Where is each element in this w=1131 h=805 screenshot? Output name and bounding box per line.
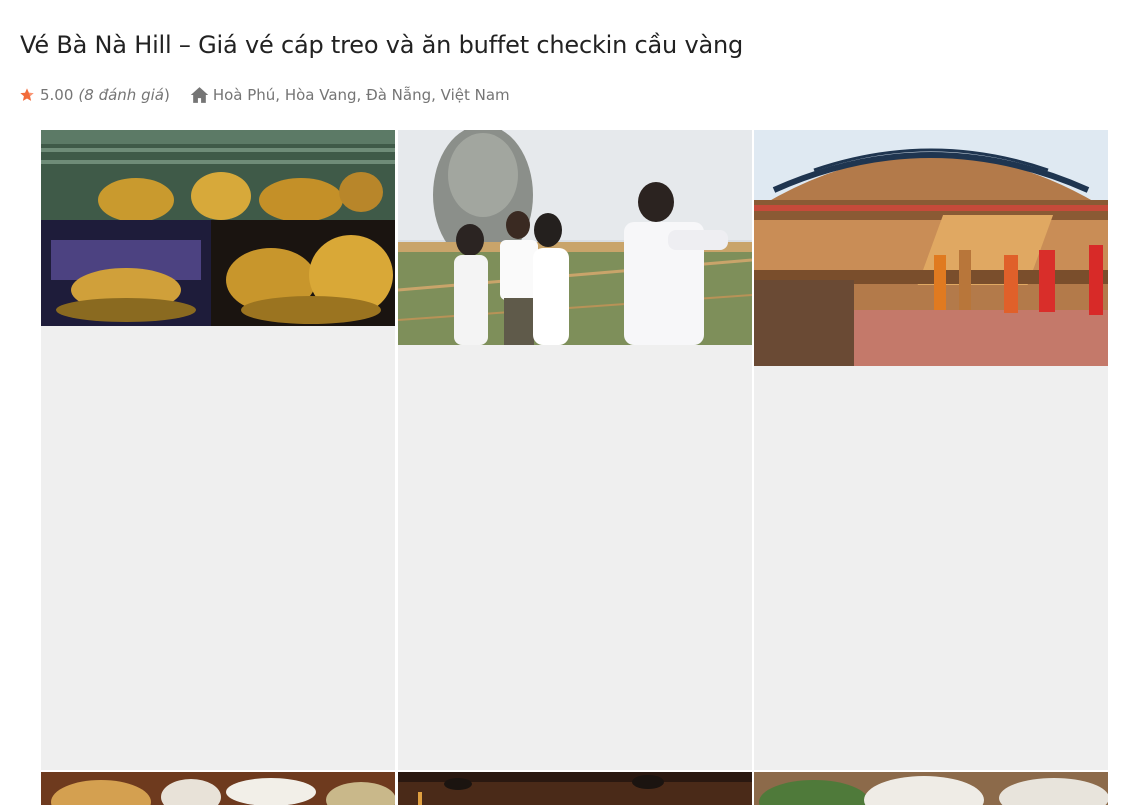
tour-meta: 5.00 (8 đánh giá) Hoà Phú, Hòa Vang, Đà … <box>19 84 510 106</box>
photo-gallery <box>41 130 1109 805</box>
gallery-column <box>41 130 395 770</box>
gallery-photo-stage-show[interactable] <box>754 130 1108 366</box>
rating-count[interactable]: (8 đánh giá <box>78 86 164 104</box>
rating-value: 5.00 <box>40 86 74 104</box>
home-icon <box>190 86 209 104</box>
gallery-column <box>398 130 752 770</box>
gallery-photo-buffet-dishes[interactable] <box>754 772 1108 805</box>
gallery-photo-buffet-food[interactable] <box>41 772 395 805</box>
page-title: Vé Bà Nà Hill – Giá vé cáp treo và ăn bu… <box>20 31 744 59</box>
gallery-column <box>754 130 1108 770</box>
rating-count-close: ) <box>163 86 170 104</box>
gallery-photo-golden-bridge[interactable] <box>398 130 752 345</box>
star-icon <box>19 87 35 103</box>
location-text: Hoà Phú, Hòa Vang, Đà Nẵng, Việt Nam <box>212 86 510 104</box>
gallery-photo-golden-horses[interactable] <box>41 130 395 326</box>
gallery-photo-restaurant[interactable] <box>398 772 752 805</box>
